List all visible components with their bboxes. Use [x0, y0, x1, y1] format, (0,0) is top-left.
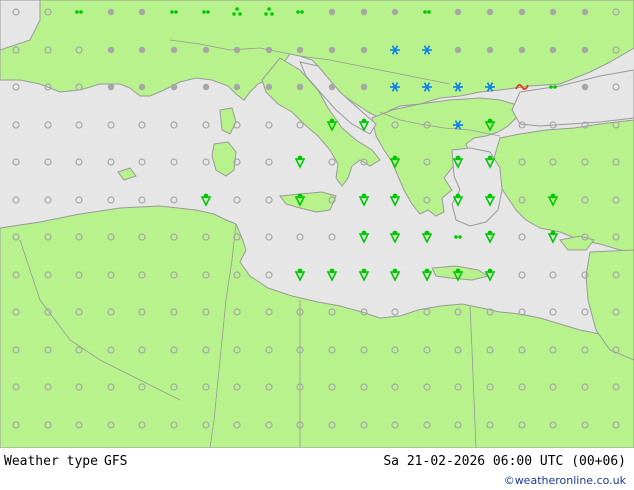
weather-map [0, 0, 634, 448]
cloudy-icon [549, 8, 557, 16]
cloudy-icon [170, 46, 178, 54]
cloudy-icon [296, 83, 304, 91]
credit-link[interactable]: ©weatheronline.co.uk [504, 474, 626, 487]
cloudy-icon [518, 8, 526, 16]
cloudy-icon [518, 46, 526, 54]
cloudy-icon [170, 83, 178, 91]
cloudy-icon [454, 46, 462, 54]
cloudy-icon [581, 46, 589, 54]
cloudy-icon [138, 8, 146, 16]
cloudy-icon [265, 83, 273, 91]
cloudy-icon [454, 8, 462, 16]
cloudy-icon [107, 8, 115, 16]
cloudy-icon [486, 8, 494, 16]
cloudy-icon [328, 46, 336, 54]
cloudy-icon [296, 46, 304, 54]
cloudy-icon [107, 83, 115, 91]
cloudy-icon [202, 46, 210, 54]
cloudy-icon [202, 83, 210, 91]
cloudy-icon [138, 46, 146, 54]
cloudy-icon [233, 46, 241, 54]
cloudy-icon [328, 8, 336, 16]
cloudy-icon [549, 46, 557, 54]
model-name: GFS [104, 454, 128, 469]
cloudy-icon [265, 46, 273, 54]
cloudy-icon [360, 83, 368, 91]
valid-datetime: Sa 21-02-2026 06:00 UTC (00+06) [383, 454, 626, 469]
map-title: Weather type [4, 454, 98, 469]
cloudy-icon [328, 83, 336, 91]
map-footer: Weather type GFS Sa 21-02-2026 06:00 UTC… [0, 448, 634, 490]
cloudy-icon [360, 8, 368, 16]
cloudy-icon [581, 83, 589, 91]
cloudy-icon [233, 83, 241, 91]
cloudy-icon [486, 46, 494, 54]
cloudy-icon [360, 46, 368, 54]
cloudy-icon [581, 8, 589, 16]
cloudy-icon [391, 8, 399, 16]
cloudy-icon [107, 46, 115, 54]
cloudy-icon [138, 83, 146, 91]
